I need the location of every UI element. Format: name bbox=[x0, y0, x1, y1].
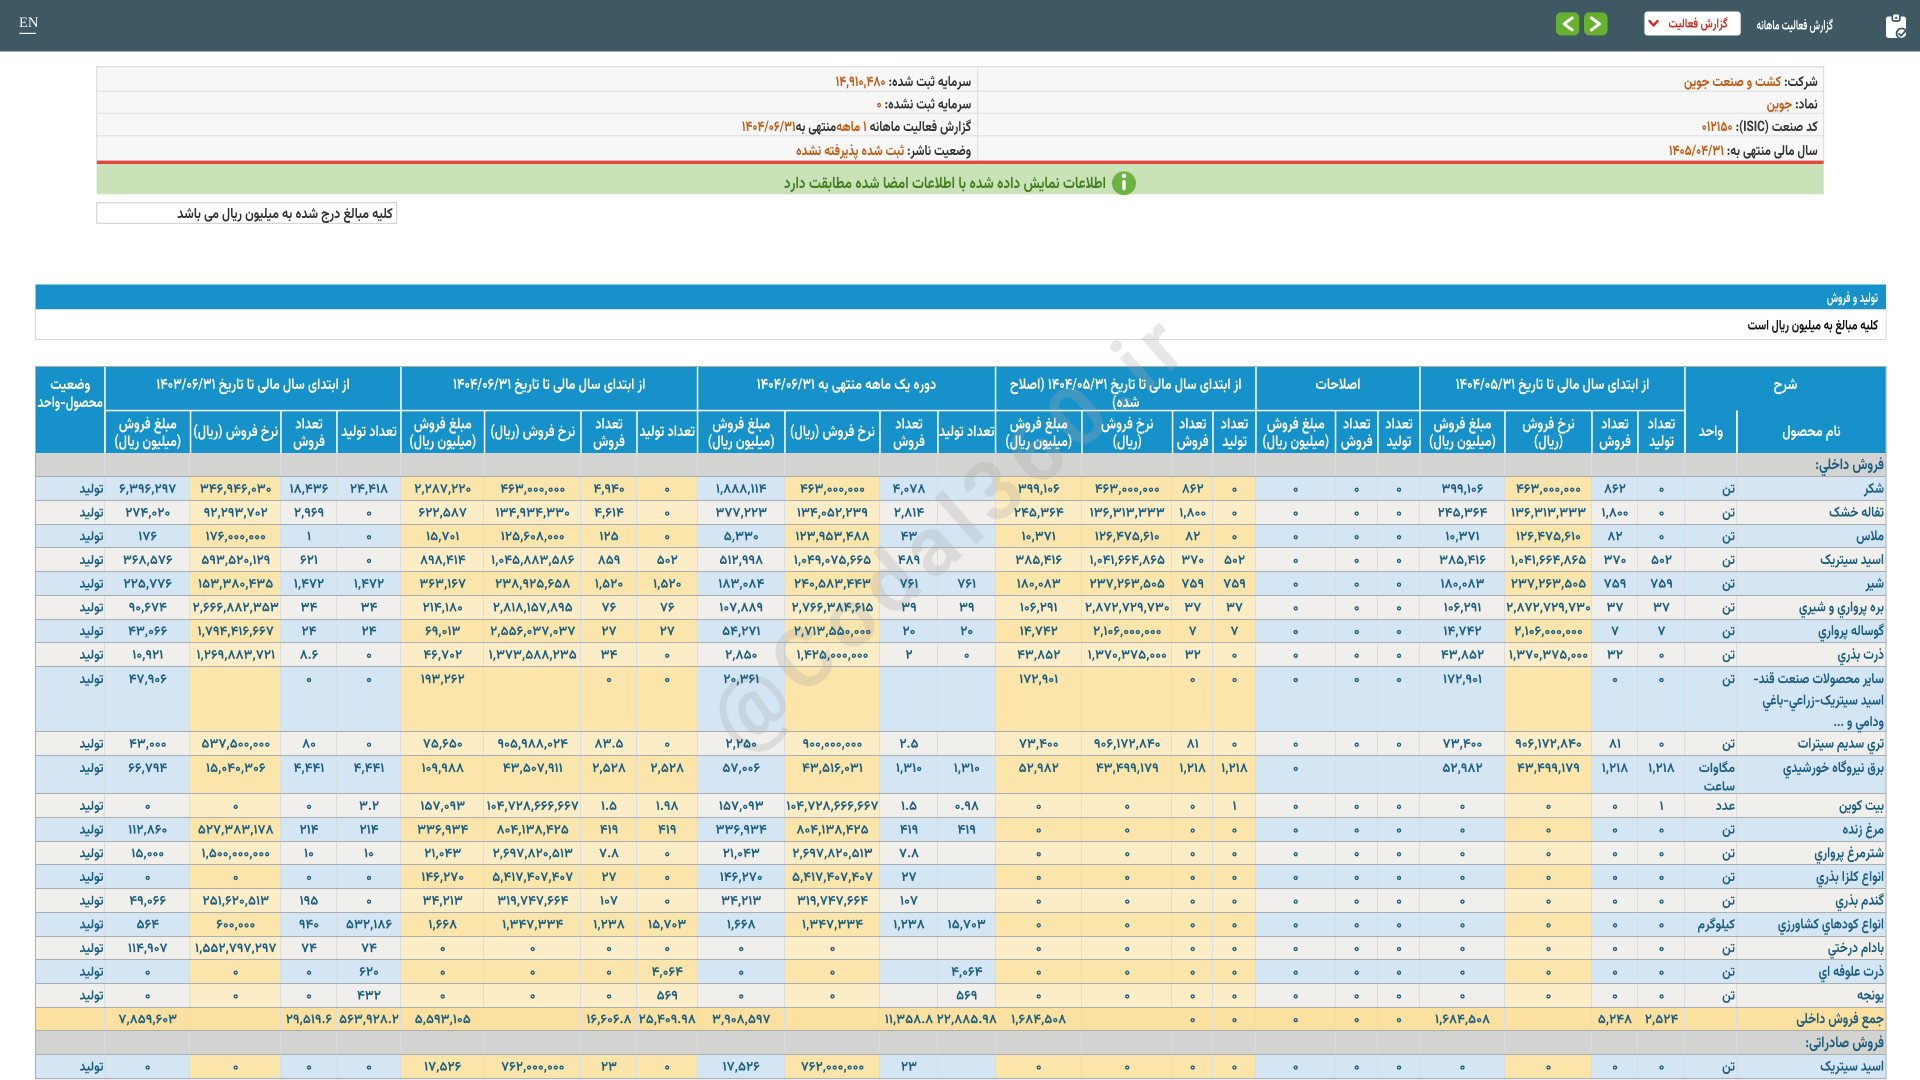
svg-text:EN: EN bbox=[19, 15, 39, 31]
